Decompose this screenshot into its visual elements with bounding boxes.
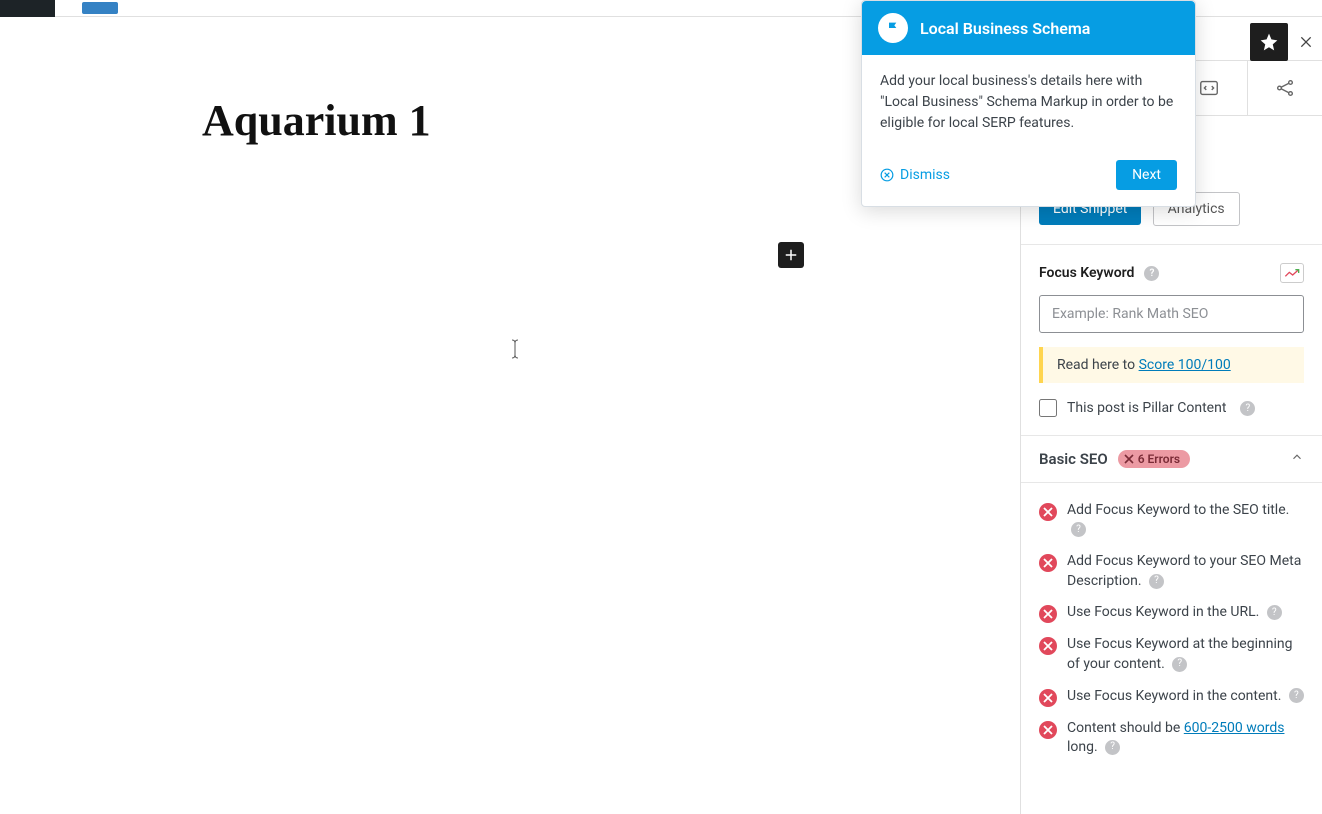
help-icon[interactable]: ? <box>1105 740 1120 755</box>
toolbar-button[interactable] <box>82 2 118 14</box>
help-icon[interactable]: ? <box>1289 688 1304 703</box>
seo-check-item: Add Focus Keyword to the SEO title. ? <box>1039 495 1304 546</box>
seo-check-text: Use Focus Keyword at the beginning of yo… <box>1067 635 1304 674</box>
dismiss-button[interactable]: Dismiss <box>880 167 950 183</box>
basic-seo-panel-header[interactable]: Basic SEO 6 Errors <box>1021 436 1322 483</box>
help-icon[interactable]: ? <box>1240 401 1255 416</box>
seo-check-text: Content should be 600-2500 words long. ? <box>1067 719 1304 758</box>
pillar-content-row[interactable]: This post is Pillar Content ? <box>1039 399 1304 417</box>
chevron-up-icon <box>1290 450 1304 468</box>
seo-check-item: Add Focus Keyword to your SEO Meta Descr… <box>1039 546 1304 597</box>
error-icon <box>1039 554 1057 572</box>
focus-keyword-label: Focus Keyword ? <box>1039 265 1159 281</box>
help-icon[interactable]: ? <box>1071 522 1086 537</box>
seo-check-item: Use Focus Keyword in the content. ? <box>1039 681 1304 713</box>
next-button[interactable]: Next <box>1116 160 1177 190</box>
help-icon[interactable]: ? <box>1267 605 1282 620</box>
trends-button[interactable] <box>1280 263 1304 283</box>
basic-seo-checks: Add Focus Keyword to the SEO title. ? Add… <box>1021 483 1322 776</box>
score-tip: Read here to Score 100/100 <box>1039 347 1304 383</box>
words-link[interactable]: 600-2500 words <box>1184 720 1285 736</box>
error-icon <box>1039 689 1057 707</box>
add-block-button[interactable] <box>778 242 804 268</box>
focus-keyword-input[interactable] <box>1039 295 1304 333</box>
seo-check-text: Use Focus Keyword in the URL. ? <box>1067 603 1282 623</box>
dismiss-icon <box>880 168 894 182</box>
share-icon <box>1274 77 1296 99</box>
plus-icon <box>782 246 800 264</box>
popover-header: Local Business Schema <box>862 1 1195 55</box>
popover-body: Add your local business's details here w… <box>862 55 1195 150</box>
help-icon[interactable]: ? <box>1144 266 1159 281</box>
post-title[interactable]: Aquarium 1 <box>202 95 431 146</box>
text-cursor-icon <box>510 338 520 360</box>
seo-check-text: Add Focus Keyword to your SEO Meta Descr… <box>1067 552 1304 591</box>
popover-title: Local Business Schema <box>920 19 1090 38</box>
local-business-popover: Local Business Schema Add your local bus… <box>861 0 1196 207</box>
pillar-label: This post is Pillar Content <box>1067 400 1226 416</box>
seo-check-item: Use Focus Keyword in the URL. ? <box>1039 597 1304 629</box>
seo-check-item: Content should be 600-2500 words long. ? <box>1039 713 1304 764</box>
basic-seo-title: Basic SEO <box>1039 450 1108 468</box>
error-count-badge: 6 Errors <box>1118 450 1190 468</box>
close-icon <box>1298 34 1314 50</box>
seo-check-item: Use Focus Keyword at the beginning of yo… <box>1039 629 1304 680</box>
error-icon <box>1039 503 1057 521</box>
star-icon <box>1259 32 1279 52</box>
code-box-icon <box>1198 77 1220 99</box>
wp-menu-icon[interactable] <box>0 0 55 17</box>
score-link[interactable]: Score 100/100 <box>1139 357 1231 373</box>
error-icon <box>1039 637 1057 655</box>
tab-social[interactable] <box>1248 61 1322 115</box>
pillar-checkbox[interactable] <box>1039 399 1057 417</box>
close-sidebar-button[interactable] <box>1296 32 1316 52</box>
help-icon[interactable]: ? <box>1149 574 1164 589</box>
seo-check-text: Use Focus Keyword in the content. ? <box>1067 687 1304 707</box>
error-icon <box>1039 721 1057 739</box>
popover-footer: Dismiss Next <box>862 150 1195 206</box>
trend-up-icon <box>1284 267 1300 279</box>
focus-keyword-section: Focus Keyword ? Read here to Score 100/1… <box>1021 245 1322 436</box>
flag-icon <box>878 13 908 43</box>
seo-check-text: Add Focus Keyword to the SEO title. ? <box>1067 501 1304 540</box>
error-icon <box>1039 605 1057 623</box>
rank-math-star-button[interactable] <box>1250 23 1288 61</box>
x-icon <box>1124 454 1134 464</box>
help-icon[interactable]: ? <box>1172 657 1187 672</box>
